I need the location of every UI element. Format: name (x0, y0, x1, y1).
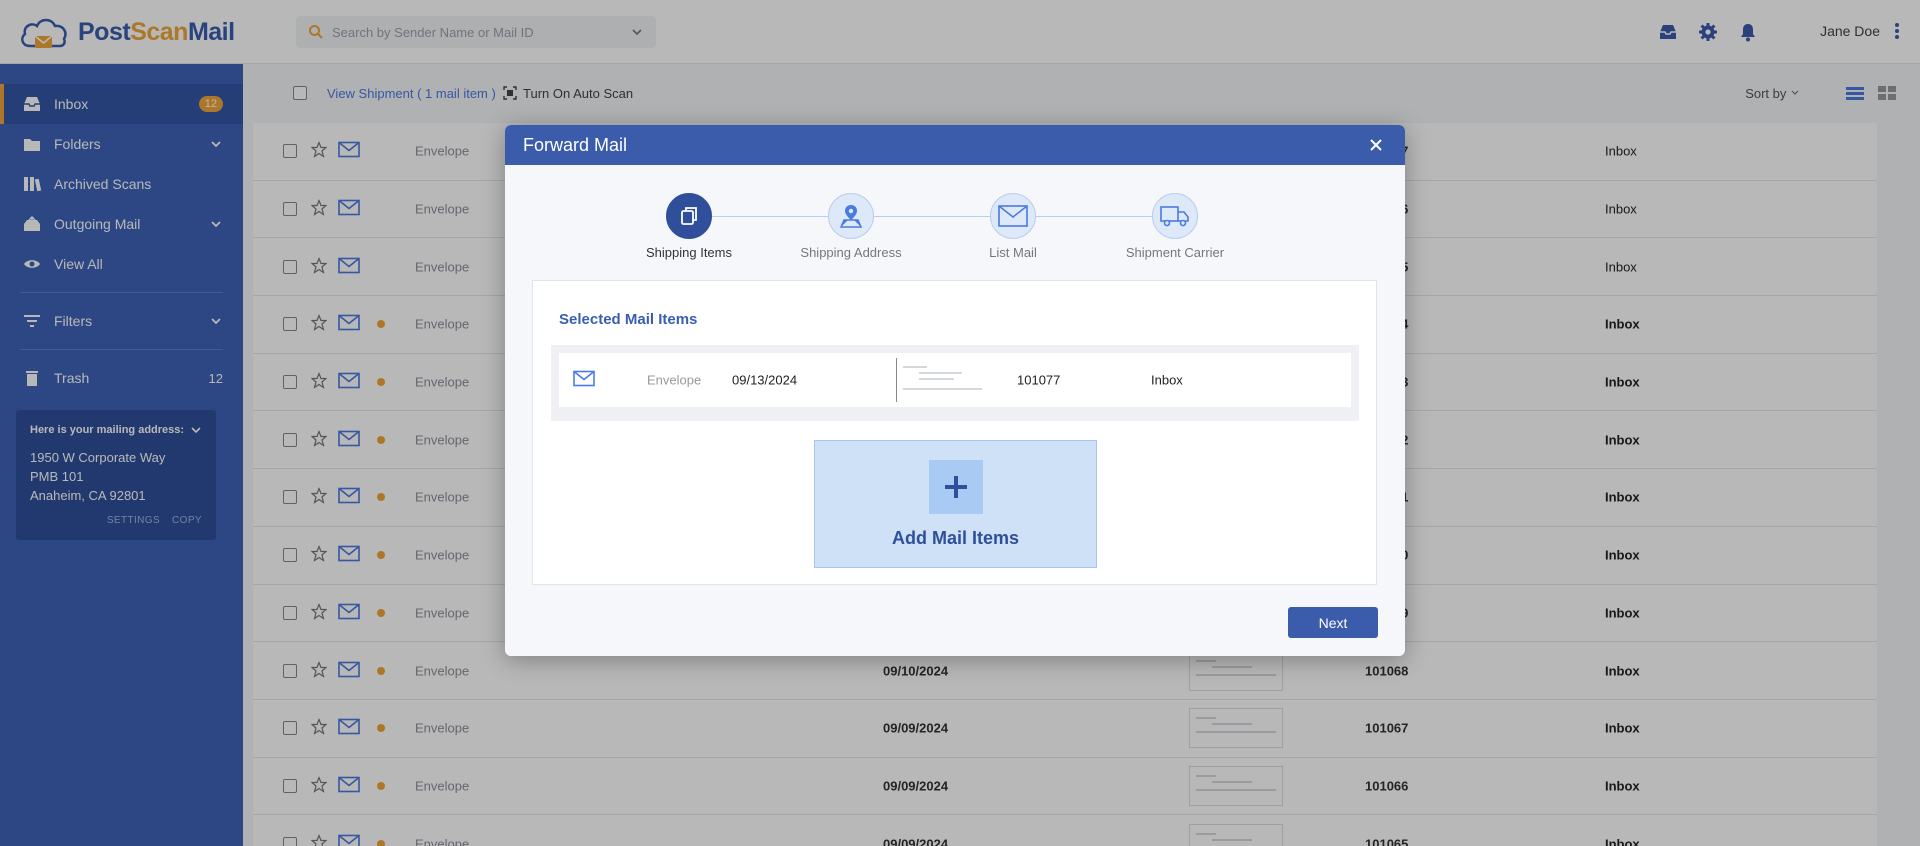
step-shipment-carrier[interactable]: Shipment Carrier (1105, 193, 1245, 260)
step-label: List Mail (989, 245, 1037, 260)
envelope-icon (573, 370, 595, 390)
forward-mail-modal: Forward Mail Shipping Items Shipping Add… (505, 125, 1405, 656)
copy-icon (681, 207, 697, 225)
step-label: Shipment Carrier (1125, 245, 1225, 260)
truck-icon (1160, 206, 1189, 227)
step-label: Shipping Address (800, 245, 902, 260)
map-pin-icon (839, 205, 863, 228)
close-icon (1370, 139, 1382, 151)
selected-items-title: Selected Mail Items (559, 311, 698, 328)
stepper: Shipping Items Shipping Address List Mai… (505, 193, 1405, 263)
modal-header: Forward Mail (505, 125, 1405, 165)
envelope-icon (998, 205, 1028, 227)
item-id: 101077 (1017, 372, 1061, 388)
item-date: 09/13/2024 (732, 372, 798, 388)
modal-title: Forward Mail (523, 134, 628, 155)
step-shipping-items[interactable]: Shipping Items (619, 193, 759, 260)
next-button[interactable]: Next (1288, 607, 1378, 638)
plus-icon (928, 459, 983, 514)
selected-item-row[interactable]: Envelope 09/13/2024 101077 Inbox (559, 353, 1351, 407)
add-mail-items-label: Add Mail Items (891, 527, 1020, 548)
selected-items-list: Envelope 09/13/2024 101077 Inbox (551, 345, 1359, 421)
step-label: Shipping Items (646, 245, 732, 260)
step-shipping-address[interactable]: Shipping Address (781, 193, 921, 260)
mail-thumbnail[interactable] (896, 358, 988, 402)
item-folder: Inbox (1151, 372, 1183, 388)
add-mail-items-button[interactable]: Add Mail Items (814, 440, 1097, 568)
item-type: Envelope (647, 372, 702, 388)
step-list-mail[interactable]: List Mail (943, 193, 1083, 260)
selected-items-panel: Selected Mail Items Envelope 09/13/2024 … (532, 280, 1377, 585)
close-button[interactable] (1365, 134, 1387, 156)
